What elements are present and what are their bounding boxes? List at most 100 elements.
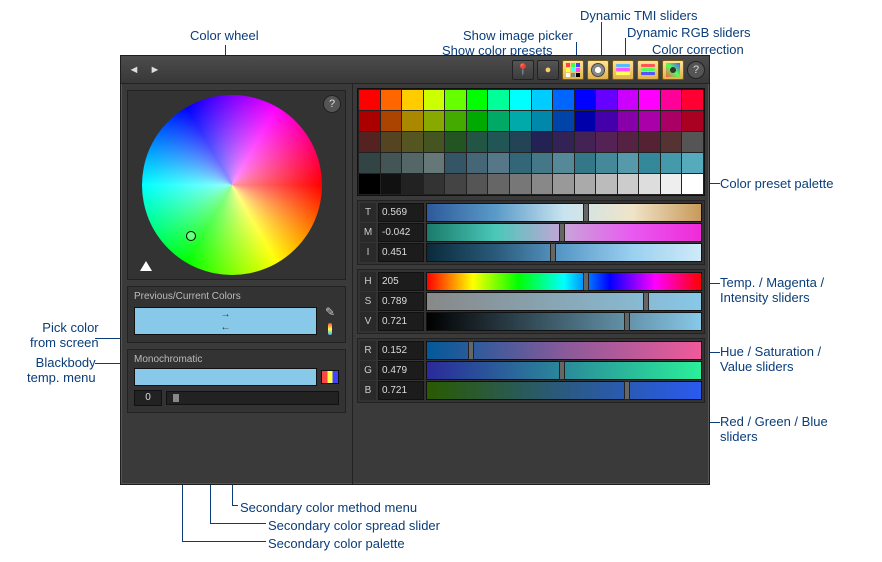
- preset-swatch[interactable]: [618, 132, 639, 152]
- nav-back-button[interactable]: ◄: [125, 61, 143, 79]
- preset-swatch[interactable]: [445, 174, 466, 194]
- preset-swatch[interactable]: [424, 174, 445, 194]
- preset-swatch[interactable]: [596, 111, 617, 131]
- prev-current-swatch[interactable]: → ←: [134, 307, 317, 335]
- preset-swatch[interactable]: [402, 90, 423, 110]
- preset-swatch[interactable]: [402, 111, 423, 131]
- dynamic-tmi-button[interactable]: [612, 60, 634, 80]
- preset-swatch[interactable]: [553, 90, 574, 110]
- preset-swatch[interactable]: [553, 132, 574, 152]
- preset-swatch[interactable]: [553, 153, 574, 173]
- secondary-spread-slider[interactable]: [166, 391, 339, 405]
- color-preset-palette[interactable]: [357, 88, 705, 196]
- preset-swatch[interactable]: [488, 90, 509, 110]
- preset-swatch[interactable]: [682, 174, 703, 194]
- preset-swatch[interactable]: [402, 174, 423, 194]
- preset-swatch[interactable]: [467, 90, 488, 110]
- preset-swatch[interactable]: [661, 90, 682, 110]
- slider-value-input[interactable]: 0.789: [378, 292, 424, 311]
- secondary-color-palette[interactable]: [134, 368, 317, 386]
- preset-swatch[interactable]: [682, 153, 703, 173]
- nav-forward-button[interactable]: ►: [146, 61, 164, 79]
- slider-track[interactable]: [426, 203, 702, 222]
- preset-swatch[interactable]: [575, 153, 596, 173]
- slider-track[interactable]: [426, 312, 702, 331]
- preset-swatch[interactable]: [532, 174, 553, 194]
- slider-track[interactable]: [426, 341, 702, 360]
- preset-swatch[interactable]: [510, 132, 531, 152]
- slider-handle[interactable]: [583, 272, 589, 291]
- slider-value-input[interactable]: 0.152: [378, 341, 424, 360]
- show-color-presets-button[interactable]: [562, 60, 584, 80]
- preset-swatch[interactable]: [618, 111, 639, 131]
- preset-swatch[interactable]: [639, 132, 660, 152]
- preset-swatch[interactable]: [445, 153, 466, 173]
- preset-swatch[interactable]: [575, 132, 596, 152]
- slider-track[interactable]: [426, 292, 702, 311]
- preset-swatch[interactable]: [532, 153, 553, 173]
- slider-handle[interactable]: [559, 361, 565, 380]
- bulb-button[interactable]: ●: [537, 60, 559, 80]
- preset-swatch[interactable]: [445, 111, 466, 131]
- slider-track[interactable]: [426, 381, 702, 400]
- preset-swatch[interactable]: [596, 174, 617, 194]
- preset-swatch[interactable]: [510, 90, 531, 110]
- preset-swatch[interactable]: [661, 111, 682, 131]
- slider-handle[interactable]: [559, 223, 565, 242]
- slider-track[interactable]: [426, 243, 702, 262]
- preset-swatch[interactable]: [661, 174, 682, 194]
- preset-swatch[interactable]: [575, 174, 596, 194]
- preset-swatch[interactable]: [424, 90, 445, 110]
- preset-swatch[interactable]: [467, 132, 488, 152]
- slider-value-input[interactable]: -0.042: [378, 223, 424, 242]
- toolbar-help-button[interactable]: ?: [687, 61, 705, 79]
- slider-handle[interactable]: [468, 341, 474, 360]
- preset-swatch[interactable]: [381, 174, 402, 194]
- slider-value-input[interactable]: 0.569: [378, 203, 424, 222]
- preset-swatch[interactable]: [424, 132, 445, 152]
- slider-track[interactable]: [426, 361, 702, 380]
- wheel-help-button[interactable]: ?: [323, 95, 341, 113]
- eyedropper-button[interactable]: ✎: [321, 305, 339, 319]
- preset-swatch[interactable]: [488, 132, 509, 152]
- preset-swatch[interactable]: [424, 111, 445, 131]
- preset-swatch[interactable]: [510, 153, 531, 173]
- color-wheel-marker[interactable]: [186, 231, 196, 241]
- slider-handle[interactable]: [624, 381, 630, 400]
- preset-swatch[interactable]: [575, 111, 596, 131]
- slider-handle[interactable]: [624, 312, 630, 331]
- preset-swatch[interactable]: [402, 153, 423, 173]
- preset-swatch[interactable]: [639, 111, 660, 131]
- preset-swatch[interactable]: [639, 153, 660, 173]
- preset-swatch[interactable]: [532, 90, 553, 110]
- preset-swatch[interactable]: [618, 90, 639, 110]
- preset-swatch[interactable]: [381, 132, 402, 152]
- preset-swatch[interactable]: [445, 90, 466, 110]
- preset-swatch[interactable]: [445, 132, 466, 152]
- preset-swatch[interactable]: [682, 111, 703, 131]
- preset-swatch[interactable]: [510, 111, 531, 131]
- preset-swatch[interactable]: [381, 153, 402, 173]
- preset-swatch[interactable]: [359, 174, 380, 194]
- preset-swatch[interactable]: [467, 174, 488, 194]
- slider-track[interactable]: [426, 223, 702, 242]
- preset-swatch[interactable]: [381, 111, 402, 131]
- slider-handle[interactable]: [583, 203, 589, 222]
- blackbody-menu-button[interactable]: [321, 322, 339, 336]
- preset-swatch[interactable]: [682, 132, 703, 152]
- preset-swatch[interactable]: [532, 132, 553, 152]
- slider-handle[interactable]: [643, 292, 649, 311]
- preset-swatch[interactable]: [359, 111, 380, 131]
- preset-swatch[interactable]: [596, 90, 617, 110]
- preset-swatch[interactable]: [596, 153, 617, 173]
- preset-swatch[interactable]: [359, 90, 380, 110]
- preset-swatch[interactable]: [467, 153, 488, 173]
- dynamic-rgb-button[interactable]: [637, 60, 659, 80]
- preset-swatch[interactable]: [359, 153, 380, 173]
- color-correction-button[interactable]: [662, 60, 684, 80]
- preset-swatch[interactable]: [359, 132, 380, 152]
- preset-swatch[interactable]: [510, 174, 531, 194]
- secondary-color-toggle[interactable]: [321, 370, 339, 384]
- preset-swatch[interactable]: [661, 153, 682, 173]
- slider-value-input[interactable]: 0.721: [378, 312, 424, 331]
